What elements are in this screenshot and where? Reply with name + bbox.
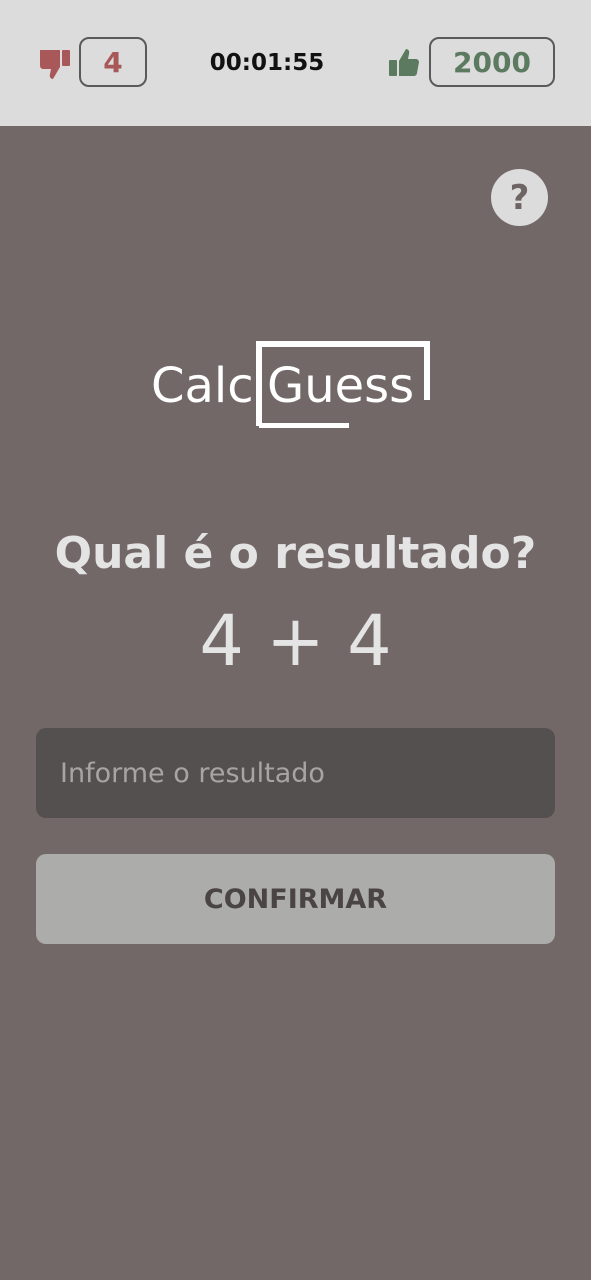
question-mark-icon: ? [509,177,530,218]
logo-text-guess: Guess [267,358,415,414]
wrong-answers-counter: 4 [79,37,147,87]
math-expression: 4 + 4 [199,600,392,682]
top-bar: 4 00:01:55 2000 [0,0,591,126]
logo-text-calc: Calc [151,358,254,414]
app-logo: Calc Guess [150,340,440,430]
answer-input[interactable] [36,728,555,818]
help-button[interactable]: ? [491,169,548,226]
score-counter: 2000 [429,37,555,87]
confirm-button[interactable]: CONFIRMAR [36,854,555,944]
question-heading: Qual é o resultado? [54,528,537,579]
thumbs-down-icon [40,50,70,79]
thumbs-up-icon [389,49,419,76]
timer: 00:01:55 [209,50,325,76]
